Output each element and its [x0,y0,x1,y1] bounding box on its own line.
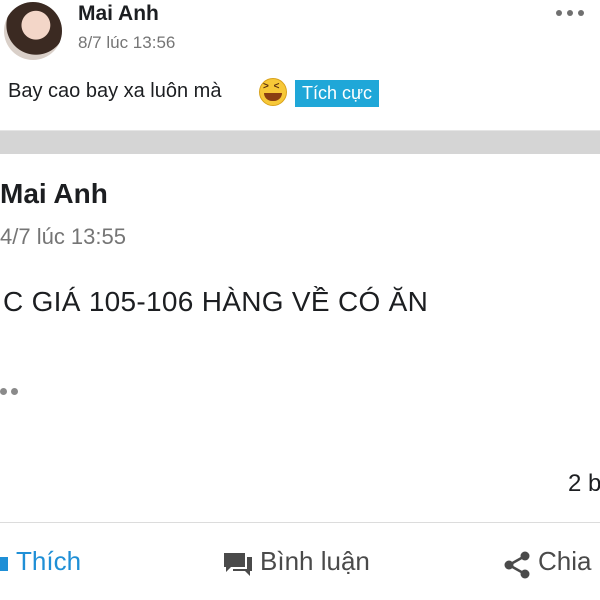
shared-post-card[interactable] [0,154,600,600]
more-options-icon[interactable] [556,10,590,18]
reaction-count[interactable]: 2 b [568,470,600,498]
like-icon[interactable] [0,551,10,573]
post-author-name[interactable]: Mai Anh [78,2,159,26]
comment-button[interactable]: Bình luận [260,546,370,577]
section-separator [0,131,600,154]
ellipsis-icon [0,388,20,396]
divider [0,522,600,523]
shared-post-text: C GIÁ 105-106 HÀNG VỀ CÓ ĂN [3,286,429,317]
avatar[interactable] [4,2,62,60]
shared-post-timestamp[interactable]: 4/7 lúc 13:55 [0,224,126,250]
sentiment-tag: Tích cực [295,80,380,107]
share-icon[interactable] [502,550,532,580]
post-timestamp[interactable]: 8/7 lúc 13:56 [78,33,175,53]
laughing-emoji-icon [259,78,287,106]
share-button[interactable]: Chia [538,546,591,577]
post-text: Bay cao bay xa luôn mà [8,80,222,102]
like-button[interactable]: Thích [16,546,81,577]
comment-icon[interactable] [222,550,254,578]
shared-post-author-name[interactable]: Mai Anh [0,178,108,210]
